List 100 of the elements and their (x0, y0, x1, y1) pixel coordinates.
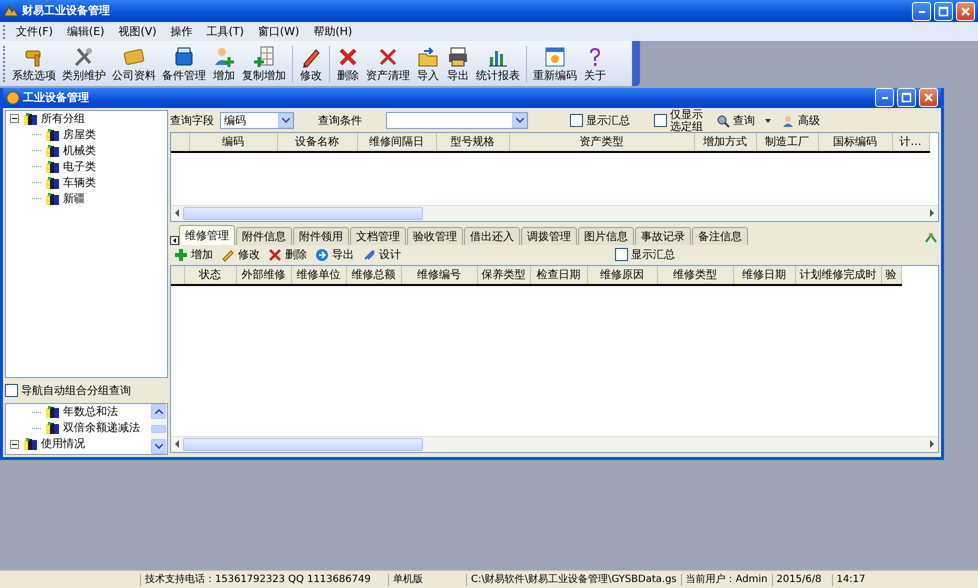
toolbar-button[interactable]: 关于 (580, 44, 610, 84)
column-header[interactable]: 验 (881, 266, 901, 285)
menu-item[interactable]: 视图(V) (111, 24, 164, 38)
minimize-button[interactable] (912, 2, 931, 20)
close-icon (959, 4, 972, 18)
vertical-scrollbar[interactable] (151, 404, 167, 454)
tree-item[interactable]: 使用情况 (41, 437, 85, 451)
tree-expander[interactable] (10, 114, 19, 124)
left-arrow-icon[interactable] (174, 440, 180, 448)
column-header[interactable]: 计划维修完成时 (795, 266, 881, 285)
checkbox[interactable] (5, 384, 18, 397)
status-text: 单机版 (388, 574, 466, 586)
checkbox-label: 导航自动组合分组查询 (21, 384, 131, 397)
user-icon (781, 114, 795, 128)
menu-item[interactable]: 工具(T) (200, 24, 251, 38)
checkbox[interactable] (615, 248, 628, 262)
tree-item[interactable]: 车辆类 (63, 176, 96, 190)
query-condition-dropdown[interactable] (386, 112, 528, 130)
column-header[interactable]: 制造工厂 (756, 132, 818, 152)
tab[interactable]: 借出还入 (464, 226, 520, 245)
tab[interactable]: 备注信息 (692, 226, 748, 245)
menu-item[interactable]: 操作 (164, 24, 200, 38)
maximize-button[interactable] (897, 88, 916, 108)
tab[interactable]: 文档管理 (350, 226, 406, 245)
column-header[interactable]: 增加方式 (694, 132, 756, 152)
toolbar-button[interactable]: 设计 (358, 248, 405, 262)
tree-item[interactable]: 所有分组 (41, 112, 85, 126)
toolbar-button[interactable]: 删除 (333, 44, 363, 84)
window-icon (6, 90, 20, 105)
toolbar-button[interactable]: 备件管理 (159, 44, 209, 84)
column-header[interactable]: 维修原因 (587, 266, 657, 285)
close-button[interactable] (956, 2, 975, 20)
right-arrow-icon[interactable] (929, 440, 935, 448)
tab[interactable]: 事故记录 (635, 226, 691, 245)
query-field-dropdown[interactable]: 编码 (220, 112, 294, 130)
left-arrow-icon[interactable] (174, 209, 180, 218)
column-header[interactable]: 计… (892, 132, 929, 152)
column-header[interactable]: 维修日期 (733, 266, 795, 285)
tab[interactable]: 附件信息 (236, 226, 292, 245)
column-header[interactable]: 资产类型 (509, 132, 694, 152)
column-header[interactable]: 编码 (189, 132, 277, 152)
column-header[interactable]: 维修间隔日 (357, 132, 436, 152)
menu-item[interactable]: 帮助(H) (306, 24, 360, 38)
toolbar-button[interactable]: 统计报表 (473, 44, 523, 84)
checkbox[interactable] (570, 114, 583, 128)
search-button[interactable]: 查询 (712, 114, 759, 128)
tree-expander[interactable] (10, 440, 19, 448)
column-header[interactable]: 状态 (184, 266, 236, 285)
calendar-icon (543, 44, 567, 69)
toolbar-button[interactable]: 导出 (443, 44, 473, 84)
tree-item[interactable]: 房屋类 (63, 128, 96, 142)
checkbox[interactable] (654, 114, 667, 128)
checkbox-label: 显示汇总 (586, 114, 630, 128)
tab[interactable]: 验收管理 (407, 226, 463, 245)
tree-item[interactable]: 电子类 (63, 160, 96, 174)
column-header[interactable]: 外部维修 (236, 266, 291, 285)
app-icon (3, 4, 19, 18)
horizontal-scrollbar[interactable] (171, 436, 938, 452)
minimize-button[interactable] (875, 88, 894, 108)
tab[interactable]: 维修管理 (179, 224, 235, 245)
menu-item[interactable]: 编辑(E) (60, 24, 112, 38)
toolbar-button[interactable]: 删除 (264, 248, 311, 262)
toolbar-button[interactable]: 公司资料 (109, 44, 159, 84)
toolbar-button[interactable]: 导入 (413, 44, 443, 84)
column-header[interactable]: 检查日期 (530, 266, 587, 285)
column-header[interactable]: 维修编号 (401, 266, 477, 285)
tab[interactable]: 图片信息 (578, 226, 634, 245)
column-header[interactable]: 维修总额 (346, 266, 401, 285)
tab[interactable]: 附件领用 (293, 226, 349, 245)
column-header[interactable]: 维修单位 (291, 266, 346, 285)
tab[interactable]: 调拨管理 (521, 226, 577, 245)
toolbar-button[interactable]: 系统选项 (9, 44, 59, 84)
toolbar-button[interactable]: 资产清理 (363, 44, 413, 84)
maximize-button[interactable] (934, 2, 953, 20)
toolbar-button[interactable]: 增加 (209, 44, 239, 84)
close-button[interactable] (919, 88, 938, 108)
toolbar-button[interactable]: 重新编码 (530, 44, 580, 84)
column-header[interactable]: 设备名称 (277, 132, 357, 152)
advanced-search-button[interactable]: 高级 (777, 114, 824, 128)
column-header[interactable]: 保养类型 (477, 266, 530, 285)
column-header[interactable]: 维修类型 (657, 266, 733, 285)
column-header[interactable]: 国标编码 (818, 132, 892, 152)
toolbar-button[interactable]: 复制增加 (239, 44, 289, 84)
right-arrow-icon[interactable] (929, 209, 935, 218)
horizontal-scrollbar[interactable] (171, 204, 938, 221)
scroll-thumb[interactable] (151, 425, 166, 433)
tree-item[interactable]: 新疆 (63, 192, 85, 206)
caret-icon[interactable] (765, 118, 771, 123)
toolbar-button[interactable]: 修改 (217, 248, 264, 262)
menu-item[interactable]: 窗口(W) (250, 24, 306, 38)
toolbar-button[interactable]: 类别维护 (59, 44, 109, 84)
tree-item[interactable]: 年数总和法 (63, 405, 118, 419)
tree-item[interactable]: 双倍余额递减法 (63, 421, 140, 435)
toolbar-button[interactable]: 导出 (311, 248, 358, 262)
tree-item[interactable]: 机械类 (63, 144, 96, 158)
column-header[interactable]: 型号规格 (436, 132, 509, 152)
scroll-left-icon[interactable] (170, 236, 179, 245)
menu-item[interactable]: 文件(F) (9, 24, 60, 38)
toolbar-button[interactable]: 修改 (296, 44, 326, 84)
toolbar-button[interactable]: 增加 (170, 248, 217, 262)
